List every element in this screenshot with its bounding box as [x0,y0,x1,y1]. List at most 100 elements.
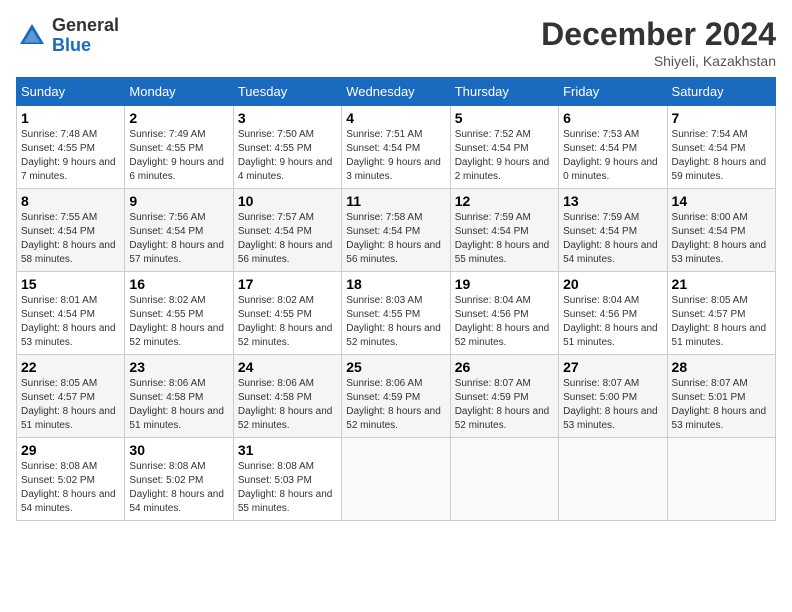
calendar-cell: 24 Sunrise: 8:06 AMSunset: 4:58 PMDayligh… [233,355,341,438]
calendar-table: SundayMondayTuesdayWednesdayThursdayFrid… [16,77,776,521]
calendar-week-row: 8 Sunrise: 7:55 AMSunset: 4:54 PMDaylight… [17,189,776,272]
calendar-cell [667,438,775,521]
day-number: 25 [346,359,445,375]
calendar-cell: 5Sunrise: 7:52 AMSunset: 4:54 PMDaylight… [450,106,558,189]
calendar-cell: 6Sunrise: 7:53 AMSunset: 4:54 PMDaylight… [559,106,667,189]
day-info: Sunrise: 7:48 AMSunset: 4:55 PMDaylight:… [21,128,120,184]
calendar-cell: 4Sunrise: 7:51 AMSunset: 4:54 PMDaylight… [342,106,450,189]
day-number: 24 [238,359,337,375]
calendar-cell: 28 Sunrise: 8:07 AMSunset: 5:01 PMDayligh… [667,355,775,438]
day-number: 7 [672,110,771,126]
day-number: 16 [129,276,228,292]
day-info: Sunrise: 8:06 AMSunset: 4:58 PMDaylight:… [238,377,337,433]
calendar-cell: 21 Sunrise: 8:05 AMSunset: 4:57 PMDayligh… [667,272,775,355]
calendar-cell: 26 Sunrise: 8:07 AMSunset: 4:59 PMDayligh… [450,355,558,438]
calendar-header-row: SundayMondayTuesdayWednesdayThursdayFrid… [17,78,776,106]
day-info: Sunrise: 8:04 AMSunset: 4:56 PMDaylight:… [455,294,554,350]
day-number: 28 [672,359,771,375]
day-number: 1 [21,110,120,126]
day-info: Sunrise: 7:50 AMSunset: 4:55 PMDaylight:… [238,128,337,184]
weekday-header: Sunday [17,78,125,106]
calendar-cell: 3 Sunrise: 7:50 AMSunset: 4:55 PMDaylight… [233,106,341,189]
day-number: 3 [238,110,337,126]
day-number: 26 [455,359,554,375]
calendar-cell: 19 Sunrise: 8:04 AMSunset: 4:56 PMDayligh… [450,272,558,355]
day-info: Sunrise: 7:55 AMSunset: 4:54 PMDaylight:… [21,211,120,267]
calendar-cell: 11 Sunrise: 7:58 AMSunset: 4:54 PMDayligh… [342,189,450,272]
calendar-cell: 23 Sunrise: 8:06 AMSunset: 4:58 PMDayligh… [125,355,233,438]
calendar-cell: 30Sunrise: 8:08 AMSunset: 5:02 PMDayligh… [125,438,233,521]
day-info: Sunrise: 8:06 AMSunset: 4:58 PMDaylight:… [129,377,228,433]
calendar-cell: 20Sunrise: 8:04 AMSunset: 4:56 PMDayligh… [559,272,667,355]
day-info: Sunrise: 8:07 AMSunset: 5:01 PMDaylight:… [672,377,771,433]
day-number: 8 [21,193,120,209]
location-title: Shiyeli, Kazakhstan [541,53,776,69]
calendar-cell: 17 Sunrise: 8:02 AMSunset: 4:55 PMDayligh… [233,272,341,355]
day-info: Sunrise: 7:54 AMSunset: 4:54 PMDaylight:… [672,128,771,184]
day-info: Sunrise: 8:05 AMSunset: 4:57 PMDaylight:… [21,377,120,433]
calendar-cell [450,438,558,521]
title-section: December 2024 Shiyeli, Kazakhstan [541,16,776,69]
day-number: 17 [238,276,337,292]
day-info: Sunrise: 8:07 AMSunset: 4:59 PMDaylight:… [455,377,554,433]
calendar-week-row: 29Sunrise: 8:08 AMSunset: 5:02 PMDayligh… [17,438,776,521]
day-info: Sunrise: 8:07 AMSunset: 5:00 PMDaylight:… [563,377,662,433]
weekday-header: Wednesday [342,78,450,106]
day-number: 5 [455,110,554,126]
calendar-cell: 7 Sunrise: 7:54 AMSunset: 4:54 PMDaylight… [667,106,775,189]
weekday-header: Monday [125,78,233,106]
calendar-cell: 29Sunrise: 8:08 AMSunset: 5:02 PMDayligh… [17,438,125,521]
logo: General Blue [16,16,119,56]
weekday-header: Friday [559,78,667,106]
day-info: Sunrise: 7:49 AMSunset: 4:55 PMDaylight:… [129,128,228,184]
day-number: 2 [129,110,228,126]
month-title: December 2024 [541,16,776,53]
calendar-cell: 13Sunrise: 7:59 AMSunset: 4:54 PMDayligh… [559,189,667,272]
day-number: 11 [346,193,445,209]
calendar-week-row: 15 Sunrise: 8:01 AMSunset: 4:54 PMDayligh… [17,272,776,355]
day-info: Sunrise: 8:03 AMSunset: 4:55 PMDaylight:… [346,294,445,350]
day-info: Sunrise: 8:08 AMSunset: 5:03 PMDaylight:… [238,460,337,516]
calendar-week-row: 22 Sunrise: 8:05 AMSunset: 4:57 PMDayligh… [17,355,776,438]
day-number: 30 [129,442,228,458]
day-number: 31 [238,442,337,458]
calendar-cell: 9 Sunrise: 7:56 AMSunset: 4:54 PMDaylight… [125,189,233,272]
day-number: 14 [672,193,771,209]
day-number: 21 [672,276,771,292]
day-number: 27 [563,359,662,375]
logo-general-text: General [52,15,119,35]
calendar-cell: 8 Sunrise: 7:55 AMSunset: 4:54 PMDaylight… [17,189,125,272]
calendar-week-row: 1 Sunrise: 7:48 AMSunset: 4:55 PMDaylight… [17,106,776,189]
day-number: 22 [21,359,120,375]
day-number: 23 [129,359,228,375]
day-number: 4 [346,110,445,126]
calendar-cell: 27 Sunrise: 8:07 AMSunset: 5:00 PMDayligh… [559,355,667,438]
weekday-header: Thursday [450,78,558,106]
calendar-cell: 25Sunrise: 8:06 AMSunset: 4:59 PMDayligh… [342,355,450,438]
weekday-header: Saturday [667,78,775,106]
day-number: 18 [346,276,445,292]
calendar-cell: 12Sunrise: 7:59 AMSunset: 4:54 PMDayligh… [450,189,558,272]
calendar-cell [559,438,667,521]
day-info: Sunrise: 8:02 AMSunset: 4:55 PMDaylight:… [238,294,337,350]
calendar-cell: 2 Sunrise: 7:49 AMSunset: 4:55 PMDaylight… [125,106,233,189]
day-number: 19 [455,276,554,292]
day-info: Sunrise: 7:56 AMSunset: 4:54 PMDaylight:… [129,211,228,267]
day-info: Sunrise: 7:58 AMSunset: 4:54 PMDaylight:… [346,211,445,267]
page-header: General Blue December 2024 Shiyeli, Kaza… [16,16,776,69]
calendar-cell [342,438,450,521]
day-info: Sunrise: 8:08 AMSunset: 5:02 PMDaylight:… [21,460,120,516]
calendar-cell: 1 Sunrise: 7:48 AMSunset: 4:55 PMDaylight… [17,106,125,189]
calendar-cell: 10Sunrise: 7:57 AMSunset: 4:54 PMDayligh… [233,189,341,272]
logo-blue-text: Blue [52,35,91,55]
day-number: 10 [238,193,337,209]
day-number: 12 [455,193,554,209]
day-number: 9 [129,193,228,209]
calendar-cell: 16Sunrise: 8:02 AMSunset: 4:55 PMDayligh… [125,272,233,355]
day-number: 6 [563,110,662,126]
day-number: 13 [563,193,662,209]
day-info: Sunrise: 8:05 AMSunset: 4:57 PMDaylight:… [672,294,771,350]
day-info: Sunrise: 8:01 AMSunset: 4:54 PMDaylight:… [21,294,120,350]
day-info: Sunrise: 8:00 AMSunset: 4:54 PMDaylight:… [672,211,771,267]
day-number: 15 [21,276,120,292]
